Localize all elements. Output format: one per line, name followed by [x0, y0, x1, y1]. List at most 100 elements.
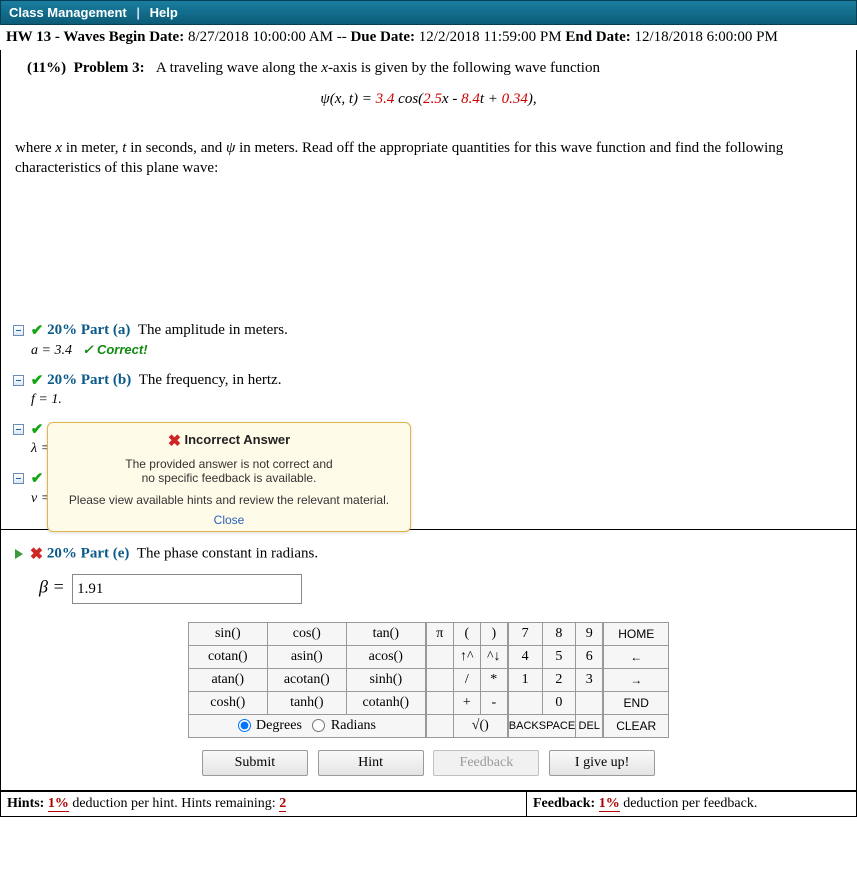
key-backspace[interactable]: BACKSPACE [508, 715, 575, 738]
part-a-value: a = 3.4 [31, 343, 72, 358]
key-blank[interactable] [426, 692, 453, 715]
key-plus[interactable]: + [453, 692, 480, 715]
feedback-button[interactable]: Feedback [433, 750, 539, 776]
giveup-button[interactable]: I give up! [549, 750, 655, 776]
key-7[interactable]: 7 [508, 623, 542, 646]
key-blank[interactable] [426, 669, 453, 692]
key-sinh[interactable]: sinh() [346, 669, 425, 692]
key-blank[interactable] [576, 692, 603, 715]
key-3[interactable]: 3 [576, 669, 603, 692]
key-2[interactable]: 2 [542, 669, 576, 692]
key-blank[interactable] [426, 715, 453, 738]
collapse-icon[interactable] [13, 325, 24, 336]
part-a-answer: a = 3.4 ✓ Correct! [31, 342, 848, 359]
problem-heading: (11%) Problem 3: A traveling wave along … [27, 60, 848, 77]
part-e-label: 20% Part (e) [47, 545, 129, 561]
key-1[interactable]: 1 [508, 669, 542, 692]
hint-button[interactable]: Hint [318, 750, 424, 776]
key-asin[interactable]: asin() [267, 646, 346, 669]
formula-phi: 0.34 [502, 91, 528, 107]
key-4[interactable]: 4 [508, 646, 542, 669]
key-acotan[interactable]: acotan() [267, 669, 346, 692]
key-left[interactable]: ← [604, 646, 669, 669]
hints-remaining: 2 [279, 796, 286, 812]
popup-line1: The provided answer is not correct and [54, 457, 404, 471]
hw-title: HW 13 - Waves [6, 29, 105, 45]
formula-amplitude: 3.4 [376, 91, 395, 107]
key-cosh[interactable]: cosh() [188, 692, 267, 715]
part-a-text: The amplitude in meters. [138, 321, 288, 337]
collapse-icon[interactable] [13, 473, 24, 484]
key-sin[interactable]: sin() [188, 623, 267, 646]
key-end[interactable]: END [604, 692, 669, 715]
beta-label: β = [39, 577, 65, 597]
part-b-text: The frequency, in hertz. [139, 371, 282, 387]
top-nav-bar: Class Management | Help [0, 0, 857, 25]
key-sub[interactable]: ^↓ [480, 646, 507, 669]
key-blank[interactable] [508, 692, 542, 715]
formula-cos: cos( [394, 91, 423, 107]
key-sup[interactable]: ↑^ [453, 646, 480, 669]
angle-mode-row: Degrees Radians [188, 715, 425, 738]
key-del[interactable]: DEL [576, 715, 603, 738]
nav-class-management[interactable]: Class Management [9, 5, 127, 20]
part-b-answer: f = 1. [31, 392, 848, 408]
collapse-icon[interactable] [13, 424, 24, 435]
key-0[interactable]: 0 [542, 692, 576, 715]
formula-t: t + [480, 91, 502, 107]
key-mul[interactable]: * [480, 669, 507, 692]
begin-date-label: Begin Date: [109, 29, 184, 45]
key-cotan[interactable]: cotan() [188, 646, 267, 669]
feedback-label: Feedback: [533, 796, 595, 811]
formula-omega: 8.4 [461, 91, 480, 107]
hints-label: Hints: [7, 796, 44, 811]
due-date-label: Due Date: [350, 29, 415, 45]
key-acos[interactable]: acos() [346, 646, 425, 669]
part-b-row: ✔ 20% Part (b) The frequency, in hertz. [13, 371, 844, 390]
answer-entry-row: β = [39, 574, 848, 604]
x-icon: ✖ [168, 433, 181, 450]
popup-title-row: ✖ Incorrect Answer [54, 431, 404, 451]
popup-title: Incorrect Answer [185, 432, 291, 447]
expand-icon[interactable] [15, 549, 23, 559]
key-minus[interactable]: - [480, 692, 507, 715]
nav-help[interactable]: Help [150, 5, 178, 20]
submit-button[interactable]: Submit [202, 750, 308, 776]
part-e-section: ✖ 20% Part (e) The phase constant in rad… [0, 530, 857, 791]
key-8[interactable]: 8 [542, 623, 576, 646]
key-pi[interactable]: π [426, 623, 453, 646]
part-e-row: ✖ 20% Part (e) The phase constant in rad… [13, 544, 844, 564]
key-clear[interactable]: CLEAR [604, 715, 669, 738]
key-rparen[interactable]: ) [480, 623, 507, 646]
degrees-radio[interactable]: Degrees [238, 718, 302, 733]
key-lparen[interactable]: ( [453, 623, 480, 646]
key-blank[interactable] [426, 646, 453, 669]
key-cos[interactable]: cos() [267, 623, 346, 646]
key-tan[interactable]: tan() [346, 623, 425, 646]
radians-radio[interactable]: Radians [312, 718, 376, 733]
key-right[interactable]: → [604, 669, 669, 692]
key-tanh[interactable]: tanh() [267, 692, 346, 715]
key-cotanh[interactable]: cotanh() [346, 692, 425, 715]
key-9[interactable]: 9 [576, 623, 603, 646]
part-a-row: ✔ 20% Part (a) The amplitude in meters. [13, 321, 844, 340]
popup-close-button[interactable]: Close [214, 513, 245, 527]
key-home[interactable]: HOME [604, 623, 669, 646]
nav-separator: | [136, 5, 140, 20]
answer-input[interactable] [72, 574, 302, 604]
end-date-label: End Date: [565, 29, 630, 45]
popup-line3: Please view available hints and review t… [54, 493, 404, 507]
key-atan[interactable]: atan() [188, 669, 267, 692]
formula-k: 2.5 [423, 91, 442, 107]
key-div[interactable]: / [453, 669, 480, 692]
formula-x: x - [442, 91, 461, 107]
check-icon: ✔ [31, 373, 44, 389]
assignment-header: HW 13 - Waves Begin Date: 8/27/2018 10:0… [0, 25, 857, 50]
key-sqrt[interactable]: √() [453, 715, 507, 738]
key-6[interactable]: 6 [576, 646, 603, 669]
part-b-label: 20% Part (b) [47, 371, 131, 387]
check-icon: ✔ [31, 422, 44, 438]
check-icon: ✔ [31, 323, 44, 339]
key-5[interactable]: 5 [542, 646, 576, 669]
collapse-icon[interactable] [13, 375, 24, 386]
